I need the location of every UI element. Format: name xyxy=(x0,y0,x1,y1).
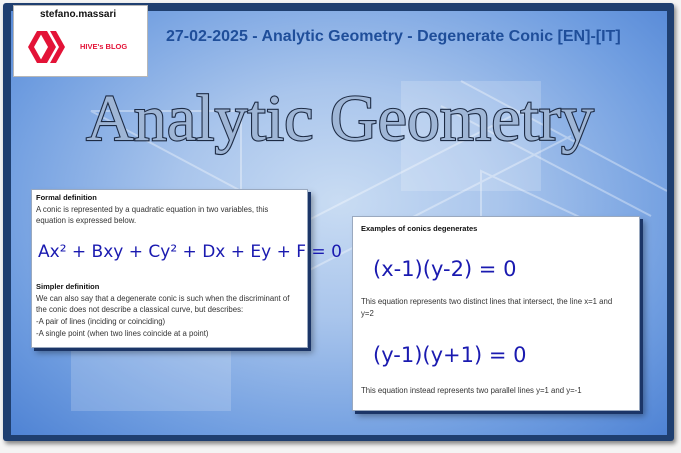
blog-logo-box[interactable]: stefano.massari HIVE's BLOG xyxy=(13,5,148,77)
example-equation-2: (y-1)(y+1) = 0 xyxy=(373,343,527,367)
definition-card: Formal definition A conic is represented… xyxy=(31,189,342,348)
banner-title: Analytic Geometry xyxy=(85,81,595,156)
simpler-definition-heading: Simpler definition xyxy=(36,282,100,291)
example-text-1b: y=2 xyxy=(361,309,374,318)
general-conic-equation: Ax² + Bxy + Cy² + Dx + Ey + F = 0 xyxy=(38,242,342,262)
hive-logo-icon xyxy=(28,31,65,63)
examples-heading: Examples of conics degenerates xyxy=(361,224,478,233)
examples-card: Examples of conics degenerates (x-1)(y-2… xyxy=(352,216,640,411)
simpler-definition-text-2: the conic does not describe a classical … xyxy=(36,305,244,314)
blog-label: HIVE's BLOG xyxy=(80,42,128,51)
example-text-2: This equation instead represents two par… xyxy=(361,386,582,395)
definition-bullet-2: -A single point (when two lines coincide… xyxy=(36,329,209,338)
example-text-1a: This equation represents two distinct li… xyxy=(361,297,613,306)
example-equation-1: (x-1)(y-2) = 0 xyxy=(373,257,517,281)
banner-title-text: Analytic Geometry xyxy=(86,82,594,155)
definition-bullet-1: -A pair of lines (inciding or coinciding… xyxy=(36,317,166,326)
formal-definition-heading: Formal definition xyxy=(36,193,97,202)
formal-definition-text-2: equation is expressed below. xyxy=(36,216,137,225)
simpler-definition-text-1: We can also say that a degenerate conic … xyxy=(36,294,290,303)
post-title: 27-02-2025 - Analytic Geometry - Degener… xyxy=(166,28,621,45)
username-label: stefano.massari xyxy=(40,9,117,20)
formal-definition-text-1: A conic is represented by a quadratic eq… xyxy=(36,205,269,214)
